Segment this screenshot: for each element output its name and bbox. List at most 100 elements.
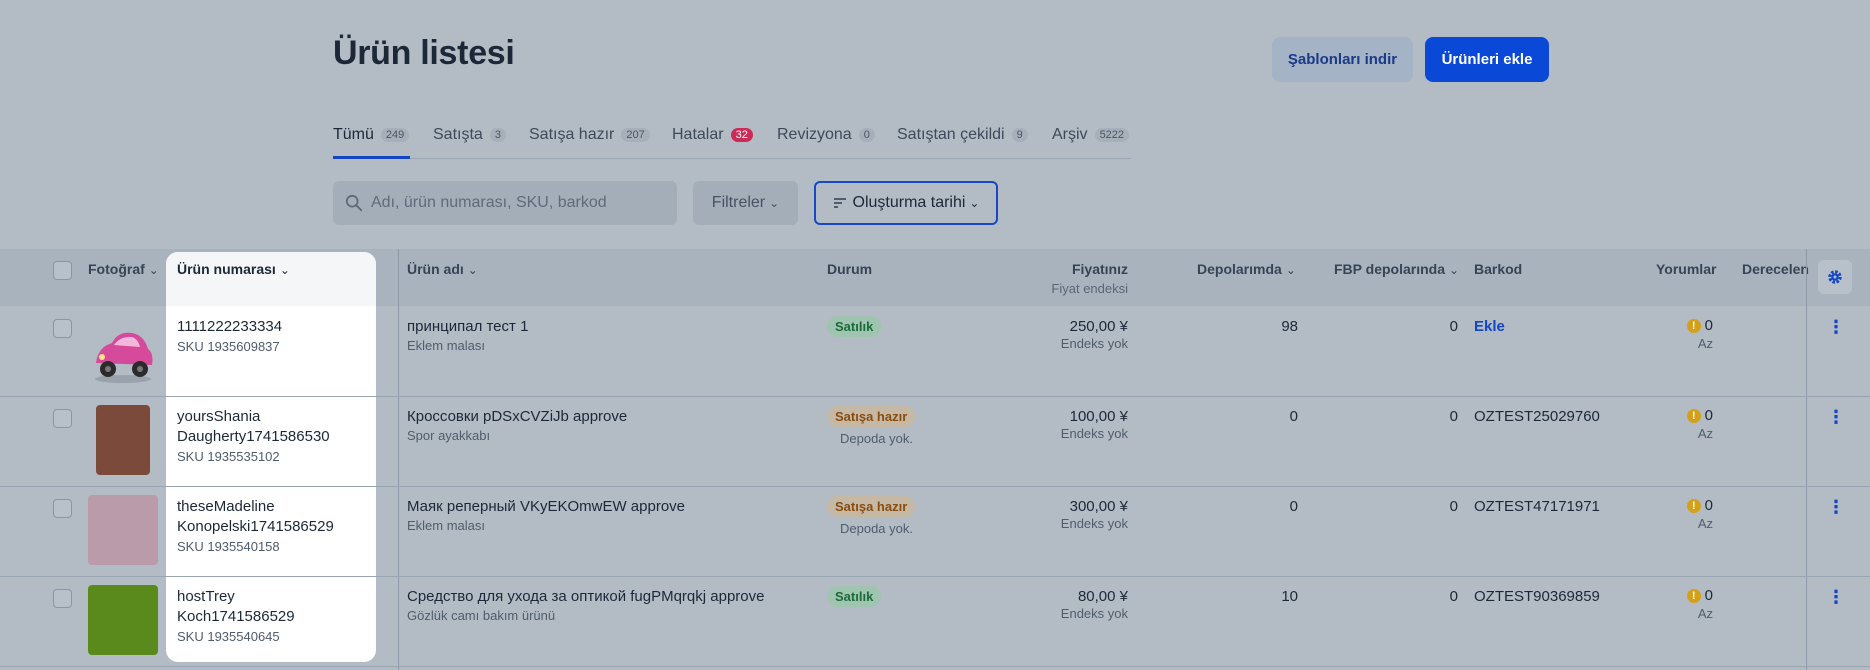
- pink-swatch[interactable]: [88, 495, 158, 565]
- warning-icon: !: [1686, 589, 1701, 604]
- status-badge: Satılık: [827, 586, 882, 607]
- tab-errors[interactable]: Hatalar 32: [672, 126, 753, 144]
- product-number[interactable]: yoursShania Daugherty1741586530: [177, 407, 330, 447]
- price-index: Endeks yok: [1060, 336, 1128, 351]
- fbp-stock: 0: [1449, 588, 1458, 605]
- gear-icon: [1828, 270, 1842, 284]
- reviews-count: ! 0: [1660, 497, 1713, 514]
- reviews-note: Az: [1697, 516, 1713, 531]
- table-row[interactable]: 1111222233334 SKU 1935609837 принципал т…: [0, 307, 1870, 397]
- reviews-note: Az: [1697, 606, 1713, 621]
- row-checkbox[interactable]: [53, 589, 72, 608]
- chevron-down-icon: ⌄: [769, 196, 780, 210]
- product-number[interactable]: hostTrey Koch1741586529: [177, 587, 295, 627]
- download-templates-button[interactable]: Şablonları indir: [1272, 37, 1413, 82]
- column-barcode: Barkod: [1474, 261, 1523, 277]
- product-sku: SKU 1935535102: [177, 449, 280, 464]
- brown-swatch[interactable]: [96, 405, 150, 475]
- column-label: Ürün adı: [407, 261, 464, 277]
- product-sku: SKU 1935540645: [177, 629, 280, 644]
- row-menu-button[interactable]: ⋮: [1827, 497, 1845, 518]
- fbp-stock: 0: [1449, 318, 1458, 335]
- green-swatch[interactable]: [88, 585, 158, 655]
- column-product-name[interactable]: Ürün adı ⌄: [407, 261, 478, 277]
- barcode: OZTEST25029760: [1474, 408, 1600, 425]
- column-fbp[interactable]: FBP depolarında ⌄: [1334, 261, 1459, 277]
- product-name[interactable]: Кроссовки pDSxCVZiJb approve: [407, 408, 627, 425]
- table-row[interactable]: theseMadeline Konopelski1741586529 SKU 1…: [0, 487, 1870, 577]
- product-price: 250,00 ¥: [1069, 318, 1128, 335]
- tab-label: Arşiv: [1052, 126, 1088, 143]
- product-name[interactable]: Средство для ухода за оптикой fugPMqrqkj…: [407, 588, 764, 605]
- reviews-value: 0: [1704, 497, 1713, 514]
- barcode: OZTEST47171971: [1474, 498, 1600, 515]
- row-checkbox[interactable]: [53, 319, 72, 338]
- tab-count: 9: [1011, 128, 1028, 142]
- product-number[interactable]: 1111222233334: [177, 318, 282, 335]
- warning-icon: !: [1686, 409, 1701, 424]
- sort-dropdown[interactable]: Oluşturma tarihi ⌄: [814, 181, 998, 225]
- warehouse-stock: 0: [1289, 408, 1298, 425]
- search-box: [333, 181, 677, 225]
- product-sku: SKU 1935609837: [177, 339, 280, 354]
- chevron-down-icon: ⌄: [969, 196, 980, 210]
- status-tabs: Tümü 249 Satışta 3 Satışa hazır 207 Hata…: [333, 122, 1131, 159]
- product-price: 100,00 ¥: [1069, 408, 1128, 425]
- column-label: Ürün numarası: [177, 261, 276, 277]
- warning-icon: !: [1686, 319, 1701, 334]
- row-menu-button[interactable]: ⋮: [1827, 407, 1845, 428]
- row-checkbox[interactable]: [53, 409, 72, 428]
- column-label: Fiyatınız: [1071, 261, 1128, 277]
- tab-count: 207: [621, 128, 650, 142]
- product-category: Eklem malası: [407, 338, 486, 353]
- chevron-down-icon: ⌄: [279, 263, 290, 277]
- column-sublabel: Fiyat endeksi: [1051, 281, 1128, 296]
- tab-label: Satıştan çekildi: [897, 126, 1005, 143]
- product-category: Spor ayakkabı: [407, 428, 491, 443]
- table-settings-button[interactable]: [1818, 260, 1852, 294]
- tab-withdrawn[interactable]: Satıştan çekildi 9: [897, 126, 1028, 144]
- toy-car-image: [95, 332, 153, 383]
- warehouse-stock: 98: [1281, 318, 1298, 335]
- add-barcode-link[interactable]: Ekle: [1474, 318, 1505, 335]
- tab-revision[interactable]: Revizyona 0: [777, 126, 875, 144]
- reviews-count: ! 0: [1660, 587, 1713, 604]
- column-price: Fiyatınız Fiyat endeksi: [1020, 261, 1128, 296]
- select-all-checkbox[interactable]: [53, 261, 72, 280]
- row-checkbox[interactable]: [53, 499, 72, 518]
- tab-all[interactable]: Tümü 249: [333, 126, 410, 144]
- product-number[interactable]: theseMadeline Konopelski1741586529: [177, 497, 334, 537]
- active-tab-indicator: [333, 156, 410, 159]
- column-photo[interactable]: Fotoğraf ⌄: [88, 261, 159, 277]
- row-menu-button[interactable]: ⋮: [1827, 317, 1845, 338]
- barcode: OZTEST90369859: [1474, 588, 1600, 605]
- filters-dropdown[interactable]: Filtreler ⌄: [693, 181, 798, 225]
- row-menu-button[interactable]: ⋮: [1827, 587, 1845, 608]
- product-name[interactable]: принципал тест 1: [407, 318, 528, 335]
- tab-ready-for-sale[interactable]: Satışa hazır 207: [529, 126, 650, 144]
- status-badge: Satışa hazır: [827, 406, 916, 427]
- filters-label: Filtreler: [711, 194, 766, 211]
- add-products-button[interactable]: Ürünleri ekle: [1425, 37, 1549, 82]
- price-index: Endeks yok: [1060, 516, 1128, 531]
- chevron-down-icon: ⌄: [1285, 263, 1296, 277]
- price-index: Endeks yok: [1060, 426, 1128, 441]
- status-badge: Satışa hazır: [827, 496, 916, 517]
- reviews-value: 0: [1704, 317, 1713, 334]
- sort-icon: [833, 198, 846, 208]
- tab-archive[interactable]: Arşiv 5222: [1052, 126, 1130, 144]
- status-badge: Satılık: [827, 316, 882, 337]
- product-thumbnail[interactable]: [88, 319, 158, 389]
- column-warehouses[interactable]: Depolarımda ⌄: [1197, 261, 1296, 277]
- product-sku: SKU 1935540158: [177, 539, 280, 554]
- search-input[interactable]: [369, 193, 663, 213]
- reviews-value: 0: [1704, 587, 1713, 604]
- table-row[interactable]: yoursShania Daugherty1741586530 SKU 1935…: [0, 397, 1870, 487]
- warning-icon: !: [1686, 499, 1701, 514]
- column-status: Durum: [827, 261, 873, 277]
- column-product-number[interactable]: Ürün numarası ⌄: [177, 261, 290, 277]
- tab-on-sale[interactable]: Satışta 3: [433, 126, 506, 144]
- product-name[interactable]: Маяк реперный VKyEKOmwEW approve: [407, 498, 685, 515]
- table-row[interactable]: hostTrey Koch1741586529 SKU 1935540645 С…: [0, 577, 1870, 667]
- tab-count: 3: [489, 128, 506, 142]
